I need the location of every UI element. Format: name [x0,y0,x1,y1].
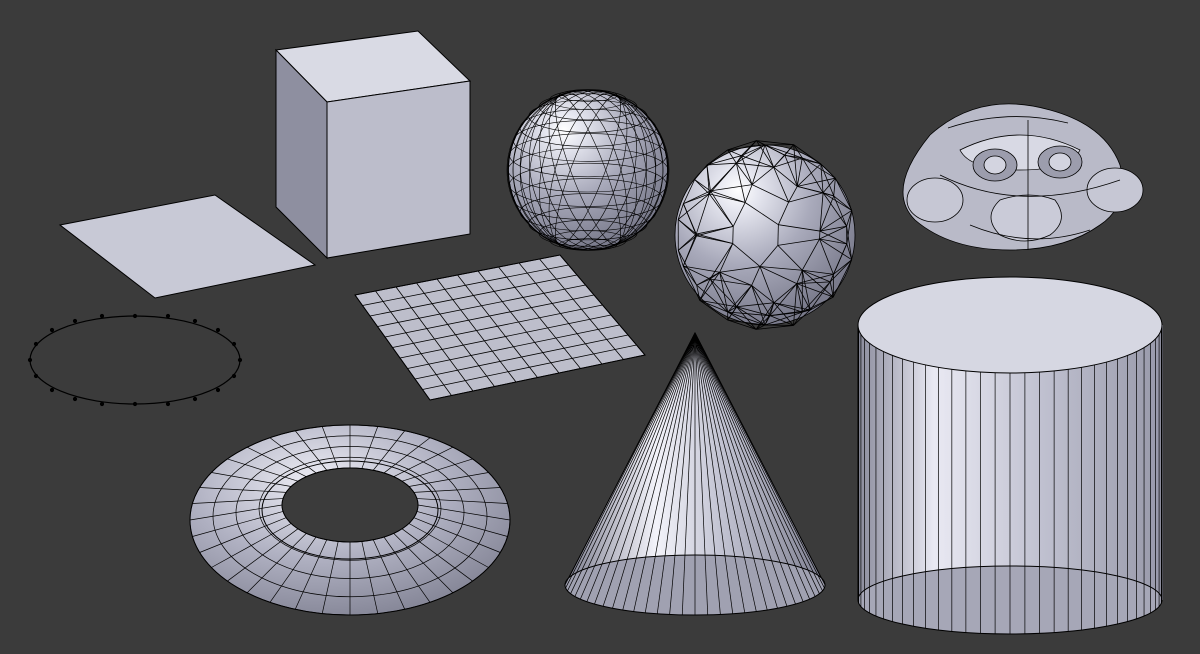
mesh-circle[interactable] [28,314,241,405]
mesh-plane[interactable] [60,195,315,298]
mesh-grid[interactable] [355,255,645,400]
mesh-cylinder[interactable] [858,277,1163,634]
mesh-cube[interactable] [276,31,470,258]
viewport-3d[interactable] [0,0,1200,654]
mesh-suzanne[interactable] [903,104,1143,250]
mesh-cone[interactable] [565,333,825,615]
mesh-torus[interactable] [190,425,510,615]
mesh-uv-sphere[interactable] [504,80,671,260]
mesh-icosphere[interactable] [675,141,855,330]
